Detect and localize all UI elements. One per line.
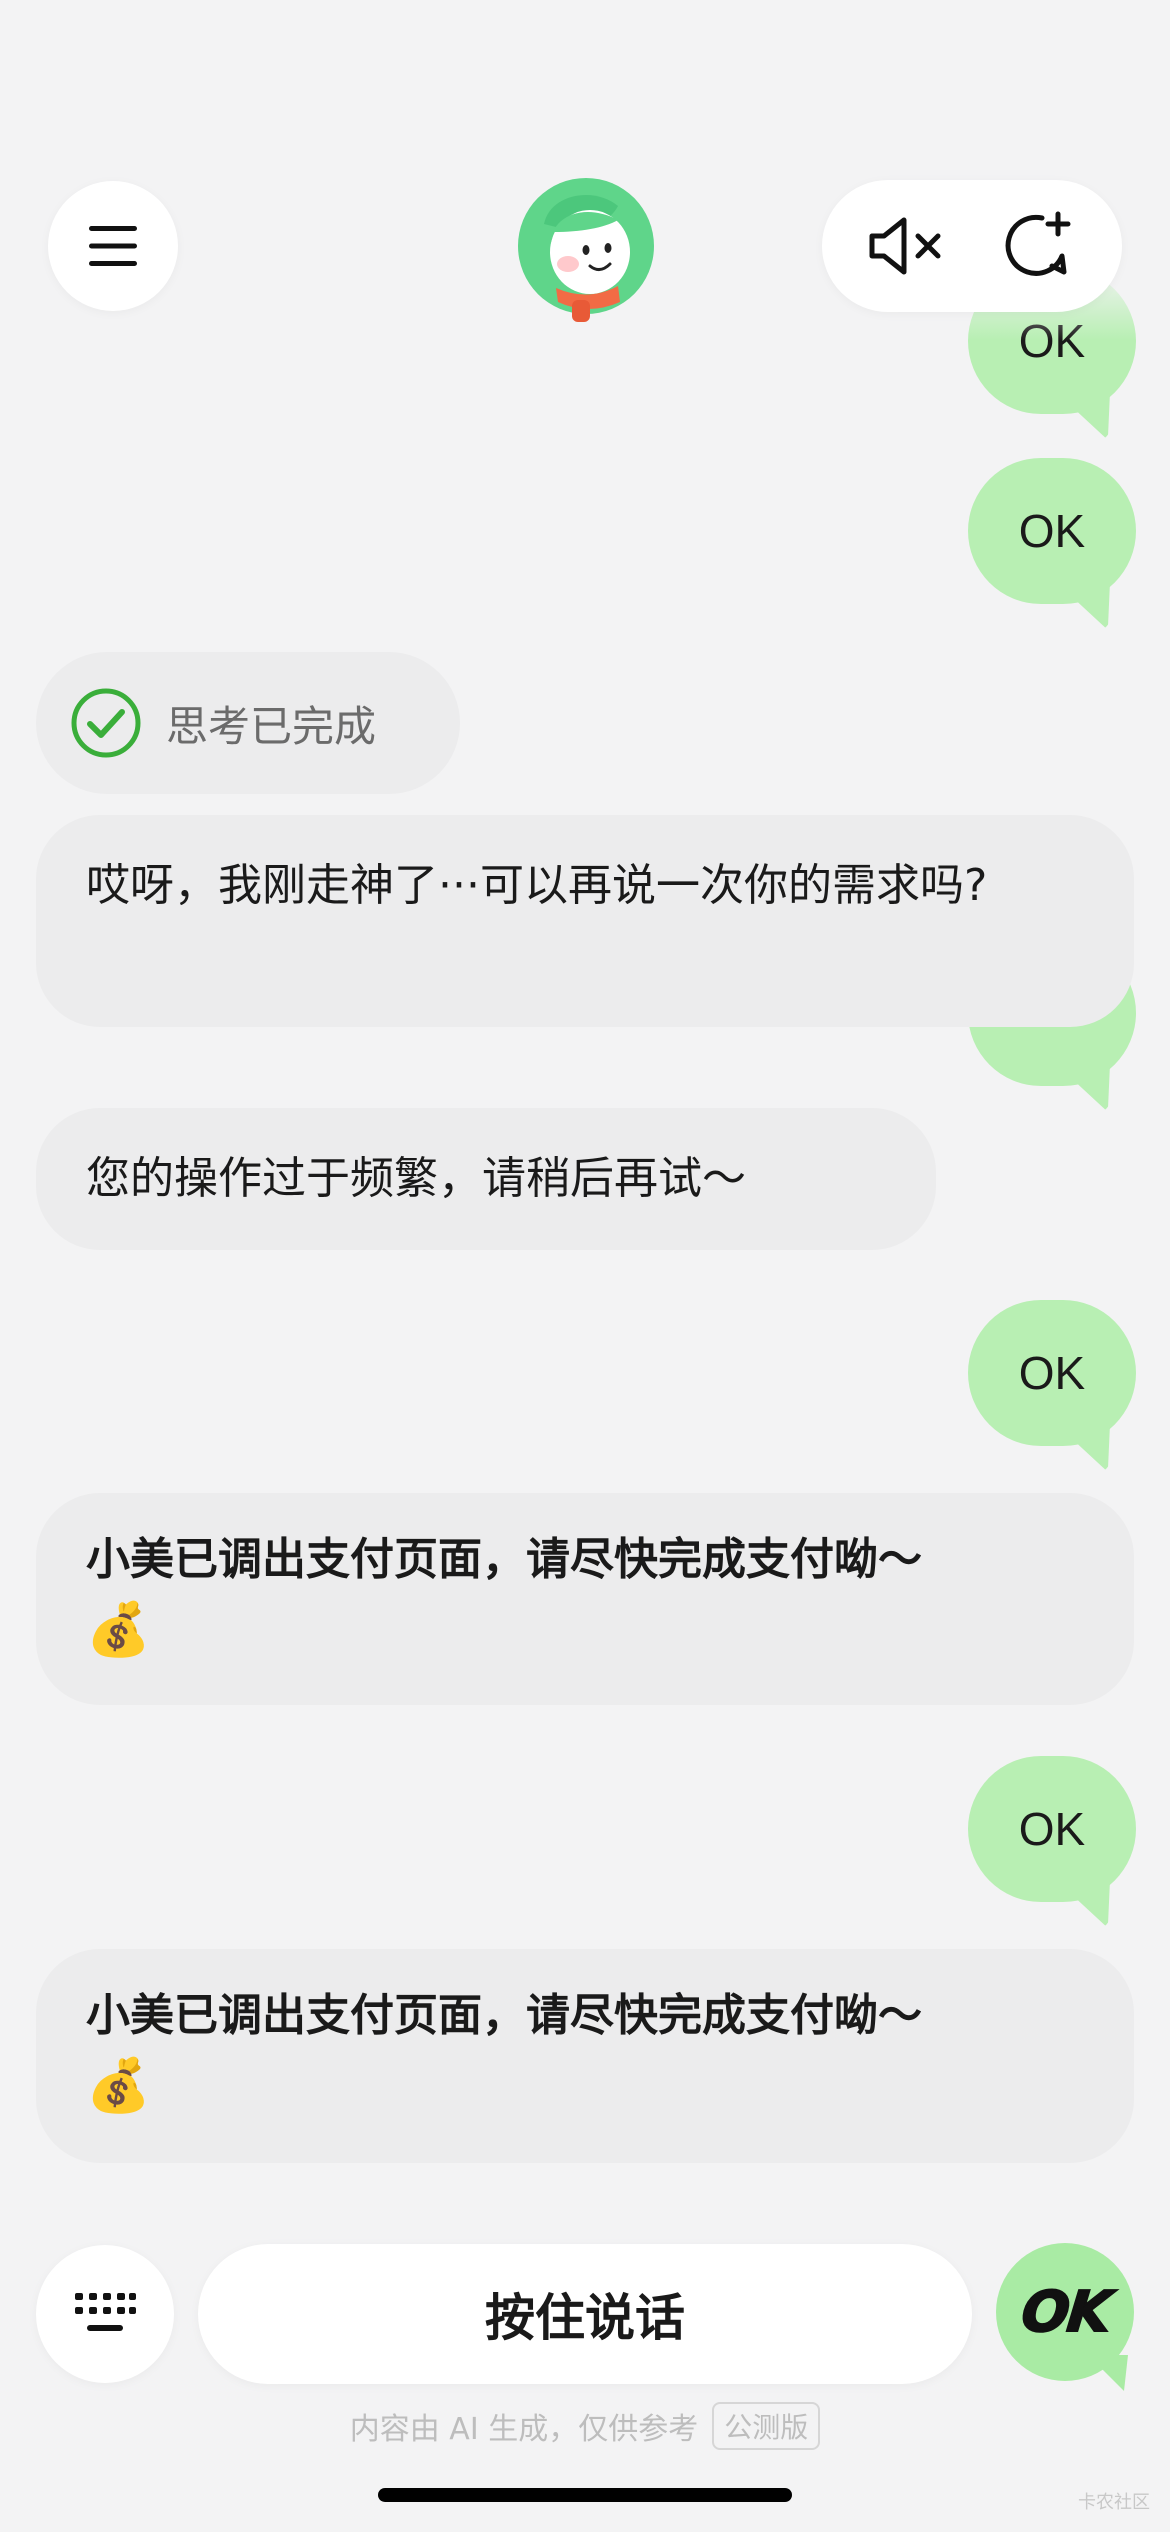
new-chat-icon — [1005, 211, 1071, 276]
ai-disclaimer: 内容由 AI 生成，仅供参考 公测版 — [0, 2402, 1170, 2450]
ok-quick-reply-button[interactable]: OK — [996, 2243, 1134, 2381]
thinking-status[interactable]: 思考已完成 — [36, 652, 460, 794]
home-indicator[interactable] — [378, 2488, 792, 2502]
menu-button[interactable] — [48, 181, 178, 311]
status-time: 12:48 — [122, 45, 260, 103]
beta-badge: 公测版 — [712, 2402, 821, 2450]
thinking-status-label: 思考已完成 — [166, 701, 377, 751]
ok-quick-reply-label: OK — [1017, 2279, 1113, 2346]
ai-message: 小美已调出支付页面，请尽快完成支付呦～ 💰 — [36, 1493, 1134, 1705]
menu-icon — [89, 226, 137, 266]
battery-percentage: 59 — [1037, 57, 1072, 90]
wifi-icon — [956, 57, 1002, 90]
signal-icon — [876, 55, 934, 93]
mute-button[interactable] — [860, 198, 956, 294]
status-icons: 59 — [876, 54, 1108, 94]
mute-icon — [869, 217, 941, 275]
keyboard-button[interactable] — [36, 2245, 174, 2383]
assistant-avatar[interactable] — [514, 176, 658, 326]
check-circle-icon — [71, 688, 141, 758]
battery-charging-icon: 59 — [1024, 54, 1108, 94]
user-message: OK — [968, 1300, 1136, 1446]
user-message: OK — [968, 1756, 1136, 1902]
ai-message: 哎呀，我刚走神了···可以再说一次你的需求吗? — [36, 815, 1134, 1027]
money-bag-icon: 💰 — [86, 2056, 151, 2116]
money-bag-icon: 💰 — [86, 1600, 151, 1660]
watermark: 卡农社区 — [1078, 2492, 1150, 2513]
ai-message: 小美已调出支付页面，请尽快完成支付呦～ 💰 — [36, 1949, 1134, 2163]
ai-message: 您的操作过于频繁，请稍后再试～ — [36, 1108, 936, 1250]
user-message: OK — [968, 458, 1136, 604]
hold-to-talk-button[interactable]: 按住说话 — [198, 2244, 972, 2384]
disclaimer-text: 内容由 AI 生成，仅供参考 — [349, 2412, 699, 2447]
new-chat-button[interactable] — [988, 198, 1084, 294]
keyboard-icon — [75, 2293, 136, 2331]
header-actions — [822, 180, 1122, 312]
